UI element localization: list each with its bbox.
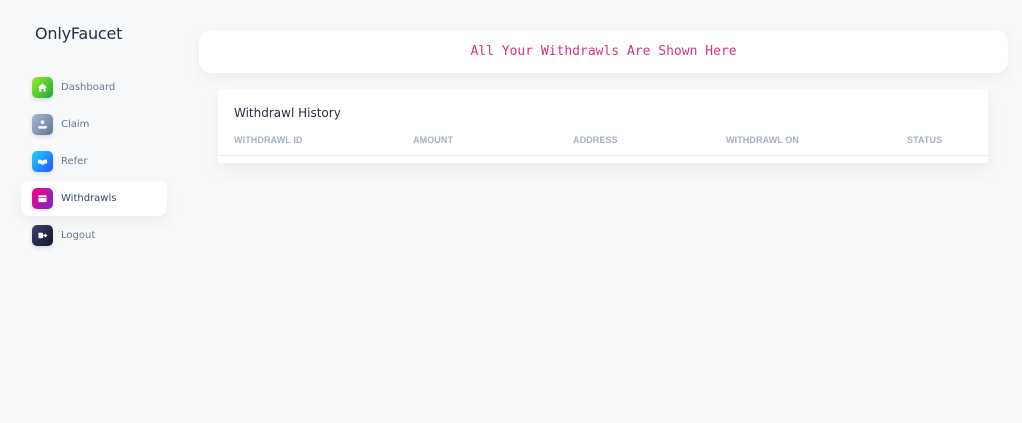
card-title: Withdrawl History: [234, 106, 341, 120]
column-header-status: STATUS: [907, 135, 943, 145]
sidebar-item-claim[interactable]: Claim: [21, 107, 167, 142]
sidebar-item-refer[interactable]: Refer: [21, 144, 167, 179]
withdrawl-history-card: Withdrawl History WITHDRAWL ID AMOUNT AD…: [218, 89, 988, 163]
sidebar: OnlyFaucet Dashboard Claim Refer Withdra…: [0, 0, 185, 423]
wallet-icon: [32, 188, 53, 209]
column-header-withdrawl-on: WITHDRAWL ON: [726, 135, 800, 145]
handshake-icon: [32, 151, 53, 172]
sidebar-item-logout[interactable]: Logout: [21, 218, 167, 253]
sidebar-item-dashboard[interactable]: Dashboard: [21, 70, 167, 105]
home-icon: [32, 77, 53, 98]
column-header-withdrawl-id: WITHDRAWL ID: [234, 135, 303, 145]
table-header-divider: [218, 155, 988, 156]
logout-icon: [32, 225, 53, 246]
sidebar-item-label: Refer: [61, 156, 88, 167]
sidebar-item-withdrawls[interactable]: Withdrawls: [21, 181, 167, 216]
sidebar-item-label: Logout: [61, 230, 96, 241]
sidebar-item-label: Withdrawls: [61, 193, 117, 204]
column-header-address: ADDRESS: [573, 135, 618, 145]
hand-coin-icon: [32, 114, 53, 135]
column-header-amount: AMOUNT: [413, 135, 454, 145]
sidebar-item-label: Dashboard: [61, 82, 116, 93]
sidebar-item-label: Claim: [61, 119, 90, 130]
info-banner: All Your Withdrawls Are Shown Here: [199, 30, 1008, 73]
brand-logo-text[interactable]: OnlyFaucet: [35, 24, 122, 43]
banner-text: All Your Withdrawls Are Shown Here: [470, 44, 737, 59]
